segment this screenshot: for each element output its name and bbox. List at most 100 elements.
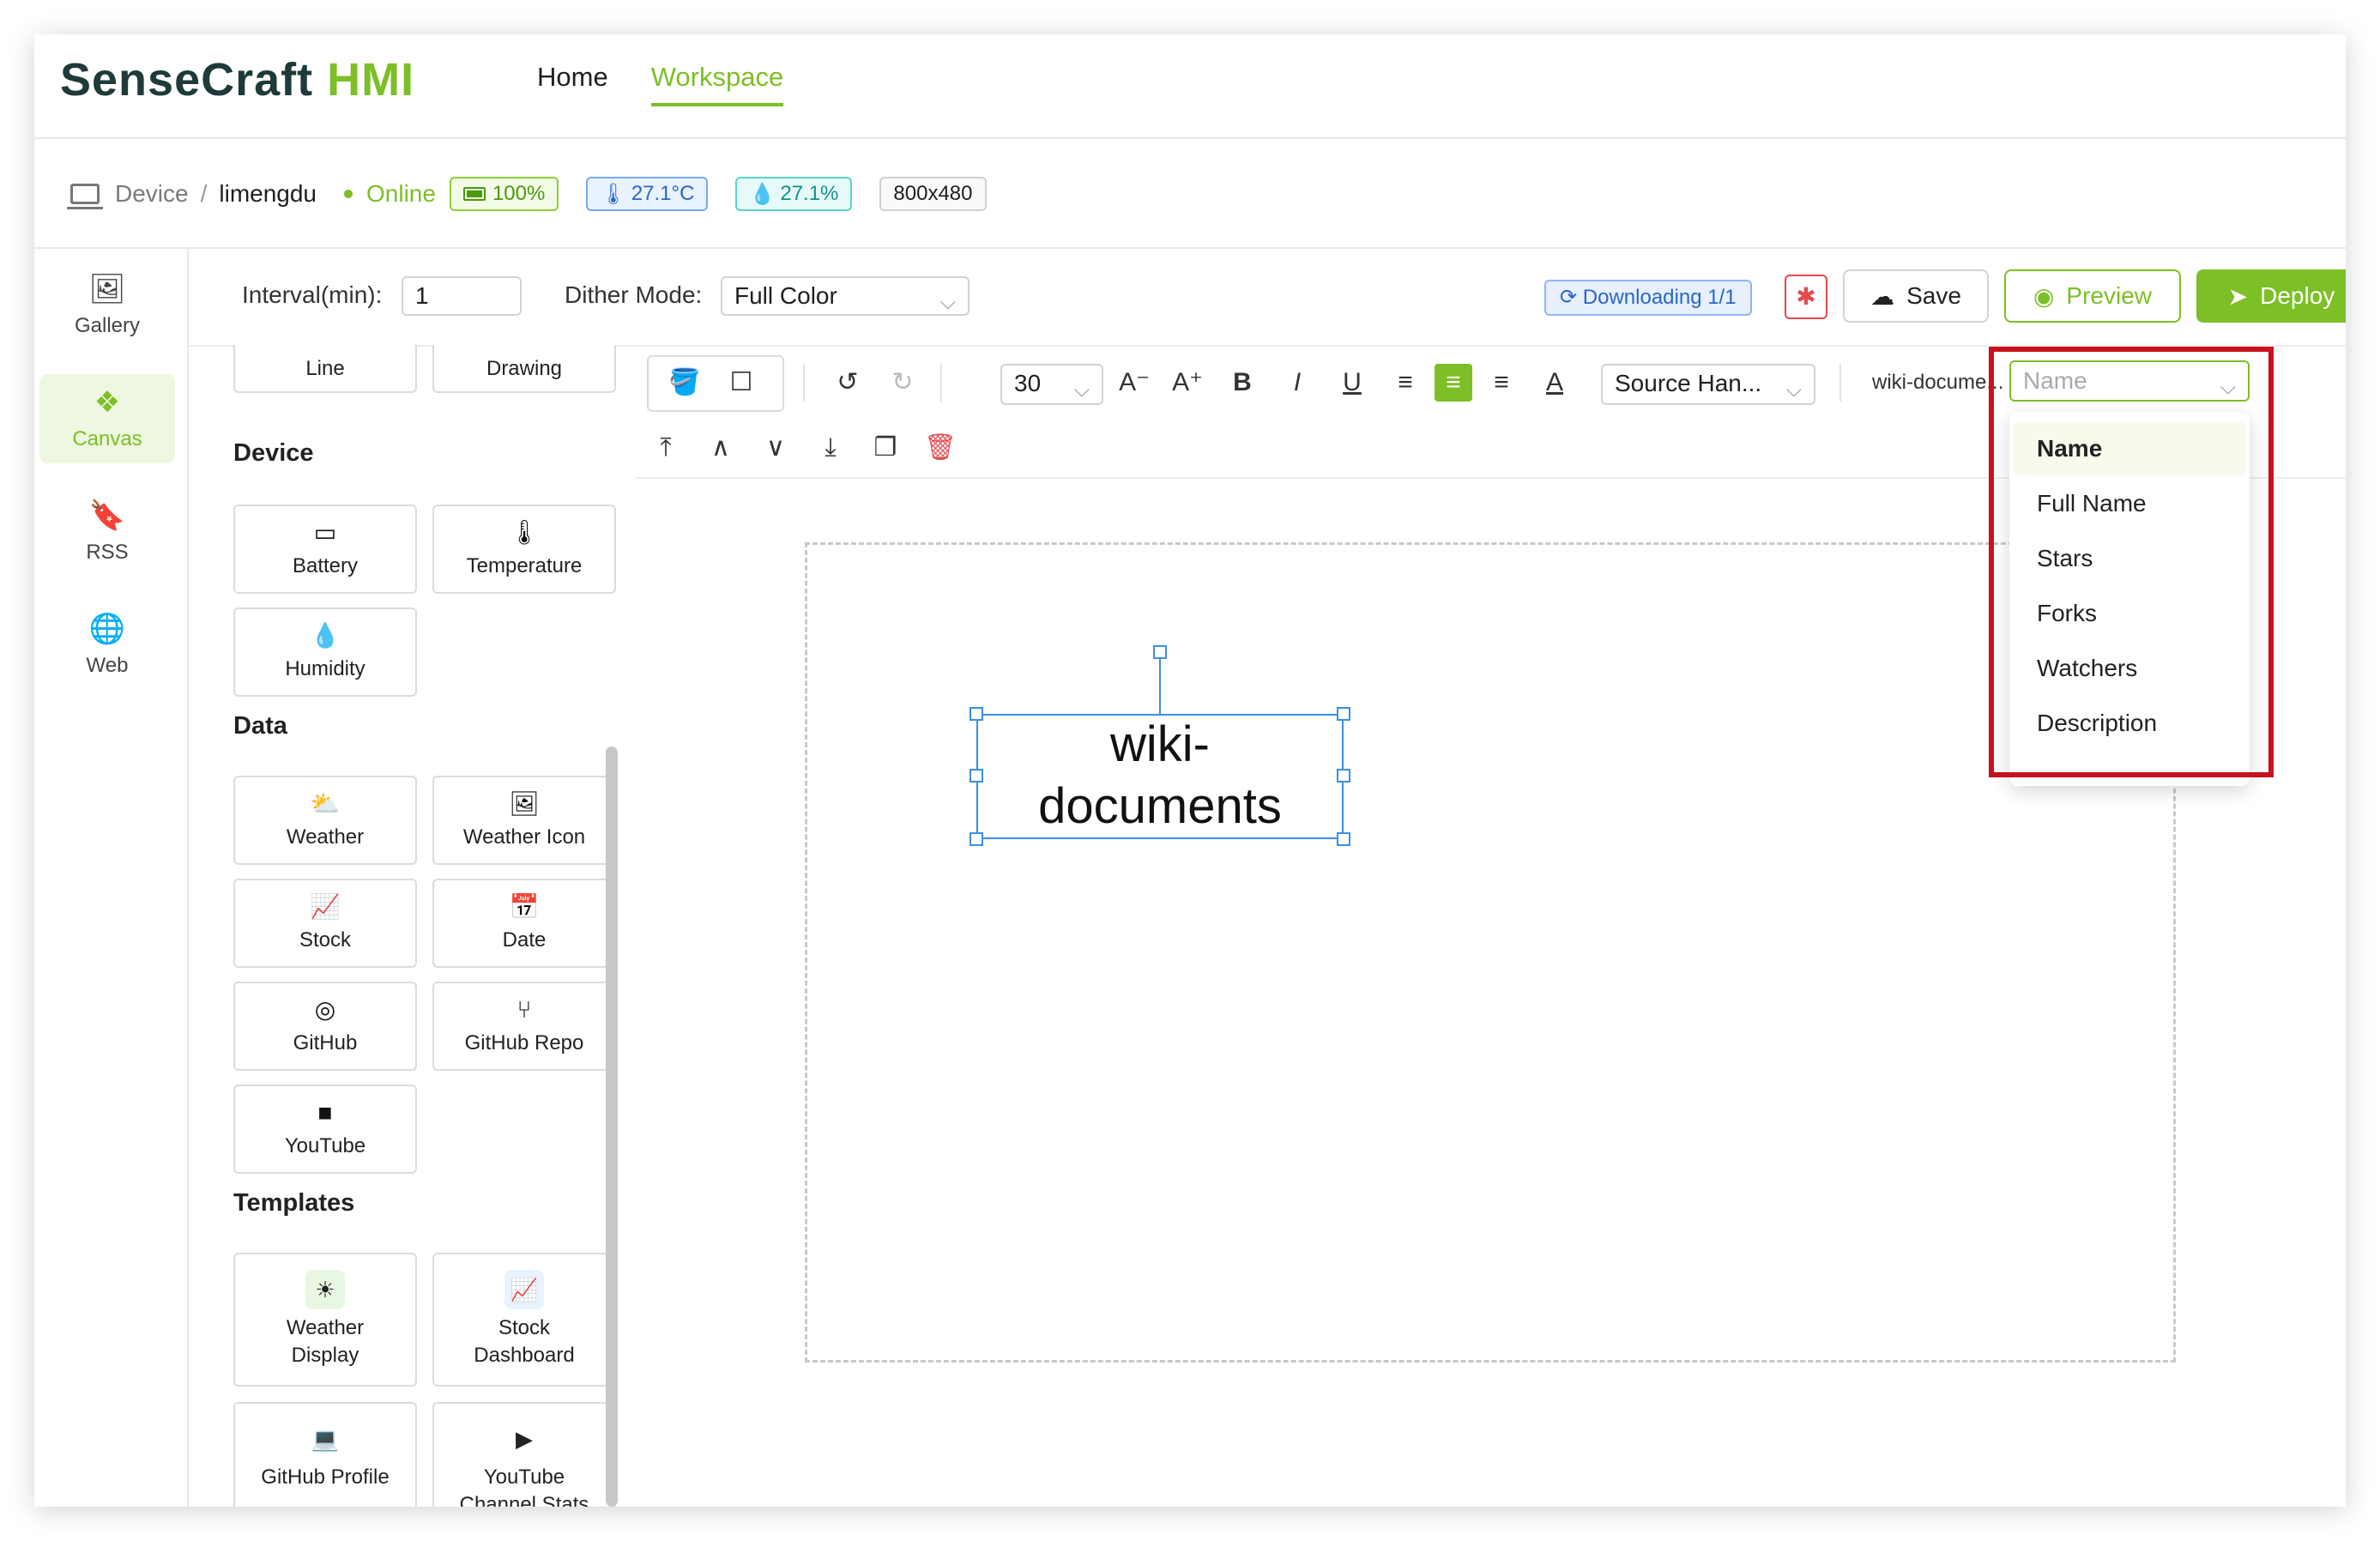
- align-left-icon[interactable]: ≡: [1386, 364, 1424, 402]
- app-logo[interactable]: SenseCraft HMI: [60, 53, 414, 106]
- template-weather-display[interactable]: ☀ Weather Display: [233, 1253, 417, 1387]
- preview-button[interactable]: ◉ Preview: [2004, 269, 2181, 323]
- rotate-handle[interactable]: [1153, 645, 1167, 659]
- image-icon: 🖼: [88, 273, 126, 305]
- widget-panel: Line Drawing Device ▭ Battery 🌡 Temperat…: [189, 345, 633, 1507]
- delete-icon[interactable]: 🗑: [921, 429, 959, 467]
- cloud-upload-icon: ☁: [1870, 282, 1895, 310]
- align-right-icon[interactable]: ≡: [1483, 364, 1520, 402]
- widget-youtube[interactable]: ■ YouTube: [233, 1085, 417, 1174]
- widget-weather[interactable]: ⛅ Weather: [233, 776, 417, 865]
- status-dot-icon: [344, 190, 353, 198]
- resize-handle-sw[interactable]: [970, 832, 983, 846]
- rail-item-canvas[interactable]: ❖ Canvas: [39, 374, 175, 463]
- nav-home[interactable]: Home: [537, 62, 608, 106]
- text-color-icon[interactable]: A: [1536, 364, 1574, 402]
- template-github-profile[interactable]: 💻 GitHub Profile: [233, 1402, 417, 1507]
- panel-scrollbar[interactable]: [606, 746, 618, 1507]
- status-badge: Online: [344, 180, 436, 208]
- resize-handle-w[interactable]: [970, 769, 983, 783]
- chevron-down-icon: ⌵: [1073, 378, 1090, 402]
- sun-icon: ☀: [305, 1270, 345, 1309]
- canvas-text[interactable]: wiki- documents: [976, 714, 1344, 839]
- debug-button[interactable]: ✱: [1785, 275, 1827, 319]
- italic-icon[interactable]: I: [1278, 364, 1316, 402]
- bug-icon: ✱: [1796, 283, 1816, 310]
- globe-icon: 🌐: [88, 613, 126, 645]
- resize-handle-se[interactable]: [1337, 832, 1350, 846]
- widget-stock[interactable]: 📈 Stock: [233, 879, 417, 968]
- resize-handle-nw[interactable]: [970, 707, 983, 721]
- bookmark-plus-icon: 🔖: [88, 499, 126, 532]
- copy-icon[interactable]: ❐: [867, 429, 904, 467]
- sync-icon: ⟳: [1560, 286, 1583, 309]
- artboard[interactable]: [805, 542, 2176, 1363]
- rail-item-rss[interactable]: 🔖 RSS: [39, 487, 175, 577]
- video-icon: ■: [317, 1099, 333, 1126]
- widget-battery[interactable]: ▭ Battery: [233, 505, 417, 594]
- bold-icon[interactable]: B: [1223, 364, 1261, 402]
- fill-stroke-group: 🪣 ☐: [647, 355, 784, 412]
- template-stock-dashboard[interactable]: 📈 Stock Dashboard: [432, 1253, 616, 1387]
- chevron-down-icon: ⌵: [939, 291, 956, 314]
- resize-handle-ne[interactable]: [1337, 707, 1350, 721]
- battery-icon: [462, 187, 486, 201]
- section-templates: Templates: [233, 1189, 355, 1217]
- widget-humidity[interactable]: 💧 Humidity: [233, 607, 417, 697]
- rail-item-gallery[interactable]: 🖼 Gallery: [39, 261, 175, 350]
- bring-to-front-icon[interactable]: ⤒: [647, 429, 685, 467]
- paint-bucket-icon[interactable]: 🪣: [666, 364, 704, 402]
- decrease-font-icon[interactable]: A⁻: [1115, 364, 1153, 402]
- deploy-button[interactable]: ➤ Deploy: [2196, 269, 2346, 323]
- widget-drawing[interactable]: Drawing: [432, 345, 616, 393]
- github-icon: ◎: [314, 996, 336, 1023]
- rail-item-web[interactable]: 🌐 Web: [39, 601, 175, 690]
- breadcrumb-separator: /: [200, 180, 208, 207]
- resolution-tag: 800x480: [879, 177, 987, 211]
- top-toolbar: Interval(min): 1 Dither Mode: Full Color…: [189, 249, 2346, 347]
- redo-icon[interactable]: ↻: [884, 364, 921, 402]
- laptop-icon: [67, 184, 103, 209]
- resize-handle-e[interactable]: [1337, 769, 1350, 783]
- device-bar: Device / limengdu Online 100% 🌡 27.1°C 💧…: [34, 139, 2346, 249]
- rotation-line: [1159, 652, 1161, 714]
- font-family-select[interactable]: Source Han... ⌵: [1601, 364, 1815, 405]
- font-size-select[interactable]: 30 ⌵: [1000, 364, 1103, 405]
- breadcrumb-device[interactable]: Device: [115, 180, 189, 208]
- widget-github[interactable]: ◎ GitHub: [233, 982, 417, 1071]
- battery-tag: 100%: [449, 177, 559, 211]
- weather-icon: ⛅: [310, 790, 341, 817]
- chevron-down-icon: ⌵: [1785, 378, 1802, 402]
- send-backward-icon[interactable]: ∨: [757, 429, 794, 467]
- picture-icon: 🖼: [509, 790, 540, 817]
- widget-temperature[interactable]: 🌡 Temperature: [432, 505, 616, 594]
- widget-line[interactable]: Line: [233, 345, 417, 393]
- undo-icon[interactable]: ↺: [829, 364, 867, 402]
- interval-label: Interval(min):: [242, 281, 383, 308]
- increase-font-icon[interactable]: A⁺: [1169, 364, 1206, 402]
- calendar-icon: 📅: [509, 893, 540, 920]
- git-branch-icon: ⑂: [516, 996, 532, 1023]
- text-value: wiki-docume...: [1872, 371, 2004, 394]
- main-nav: Home Workspace: [537, 62, 784, 106]
- border-icon[interactable]: ☐: [722, 364, 760, 402]
- laptop-icon: 💻: [311, 1426, 340, 1452]
- dither-select[interactable]: Full Color ⌵: [721, 276, 970, 316]
- section-data: Data: [233, 712, 287, 740]
- play-icon: ▶: [516, 1426, 533, 1452]
- dither-label: Dither Mode:: [565, 281, 703, 308]
- align-center-icon[interactable]: ≡: [1435, 364, 1472, 402]
- widget-github-repo[interactable]: ⑂ GitHub Repo: [432, 982, 616, 1071]
- save-button[interactable]: ☁ Save: [1843, 269, 1989, 323]
- eye-icon: ◉: [2033, 282, 2055, 310]
- highlight-box: [1989, 347, 2274, 777]
- nav-workspace[interactable]: Workspace: [650, 62, 784, 106]
- template-youtube-channel-stats[interactable]: ▶ YouTube Channel Stats: [432, 1402, 616, 1507]
- bring-forward-icon[interactable]: ∧: [702, 429, 740, 467]
- underline-icon[interactable]: U: [1333, 364, 1371, 402]
- send-to-back-icon[interactable]: ⤓: [812, 429, 849, 467]
- widget-weather-icon[interactable]: 🖼 Weather Icon: [432, 776, 616, 865]
- canvas-icon: ❖: [94, 386, 121, 419]
- widget-date[interactable]: 📅 Date: [432, 879, 616, 968]
- interval-input[interactable]: 1: [402, 276, 522, 316]
